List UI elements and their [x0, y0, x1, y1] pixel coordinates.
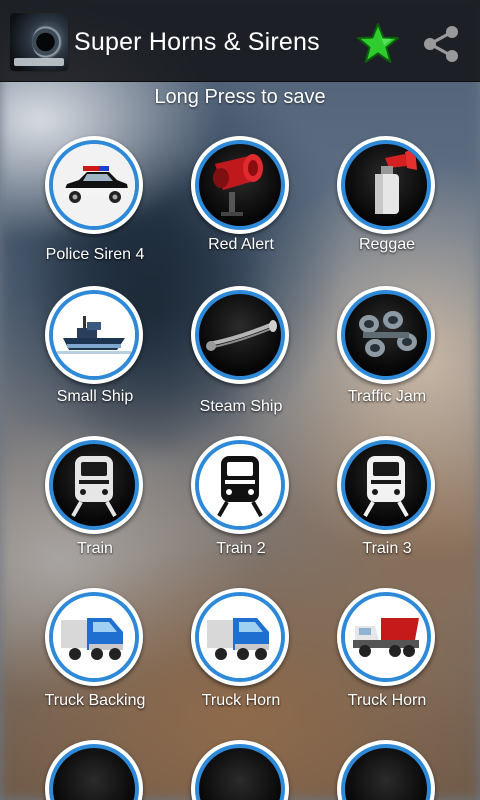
train-icon — [199, 444, 281, 526]
sound-button[interactable] — [191, 436, 289, 534]
blue-truck-icon — [53, 596, 135, 678]
sound-button[interactable] — [191, 740, 289, 800]
sound-tile-train[interactable]: Train — [25, 436, 165, 586]
sound-tile-police-siren-4[interactable]: Police Siren 4 — [25, 136, 165, 286]
sound-label: Steam Ship — [199, 398, 283, 415]
sound-button[interactable] — [337, 136, 435, 234]
dump-truck-icon — [345, 596, 427, 678]
sound-button[interactable] — [45, 136, 143, 234]
sound-label: Truck Horn — [201, 692, 281, 709]
train-icon — [345, 444, 427, 526]
sound-label: Police Siren 4 — [45, 246, 145, 263]
sound-tile-partial[interactable] — [171, 740, 311, 800]
sound-tile-train-2[interactable]: Train 2 — [171, 436, 311, 586]
sound-button[interactable] — [45, 740, 143, 800]
sound-button[interactable] — [337, 436, 435, 534]
sound-tile-train-3[interactable]: Train 3 — [317, 436, 457, 586]
sound-tile-truck-backing[interactable]: Truck Backing — [25, 588, 165, 738]
sound-label: Truck Backing — [44, 692, 146, 709]
sound-tile-truck-horn[interactable]: Truck Horn — [171, 588, 311, 738]
sound-tile-partial[interactable] — [25, 740, 165, 800]
sound-label: Train 3 — [362, 540, 412, 557]
sound-label: Train 2 — [216, 540, 266, 557]
sound-tile-red-alert[interactable]: Red Alert — [171, 136, 311, 286]
truck-horns-icon — [345, 294, 427, 376]
red-alarm-horn-icon — [199, 144, 281, 226]
sound-tile-steam-ship[interactable]: Steam Ship — [171, 286, 311, 436]
blue-truck-icon — [199, 596, 281, 678]
train-icon — [53, 444, 135, 526]
sound-button[interactable] — [337, 588, 435, 686]
sound-button[interactable] — [337, 286, 435, 384]
sound-label: Truck Horn — [347, 692, 427, 709]
sound-button[interactable] — [191, 136, 289, 234]
steam-horn-icon — [199, 294, 281, 376]
sound-label: Reggae — [358, 236, 416, 253]
sound-button[interactable] — [191, 588, 289, 686]
sound-tile-small-ship[interactable]: Small Ship — [25, 286, 165, 436]
sound-tile-truck-horn-2[interactable]: Truck Horn — [317, 588, 457, 738]
sound-label: Red Alert — [208, 236, 274, 253]
sound-label: Small Ship — [56, 388, 134, 405]
sound-button[interactable] — [45, 588, 143, 686]
sound-tile-partial[interactable] — [317, 740, 457, 800]
sound-button[interactable] — [191, 286, 289, 384]
sound-button[interactable] — [337, 740, 435, 800]
tugboat-icon — [53, 294, 135, 376]
air-horn-icon — [345, 144, 427, 226]
sound-label: Train — [77, 540, 113, 557]
sound-button[interactable] — [45, 436, 143, 534]
sound-grid: Police Siren 4 Red Alert Reggae Small Sh… — [0, 0, 480, 800]
sound-button[interactable] — [45, 286, 143, 384]
sound-tile-traffic-jam[interactable]: Traffic Jam — [317, 286, 457, 436]
sound-tile-reggae[interactable]: Reggae — [317, 136, 457, 286]
sound-label: Traffic Jam — [347, 388, 427, 405]
police-car-icon — [53, 144, 135, 226]
